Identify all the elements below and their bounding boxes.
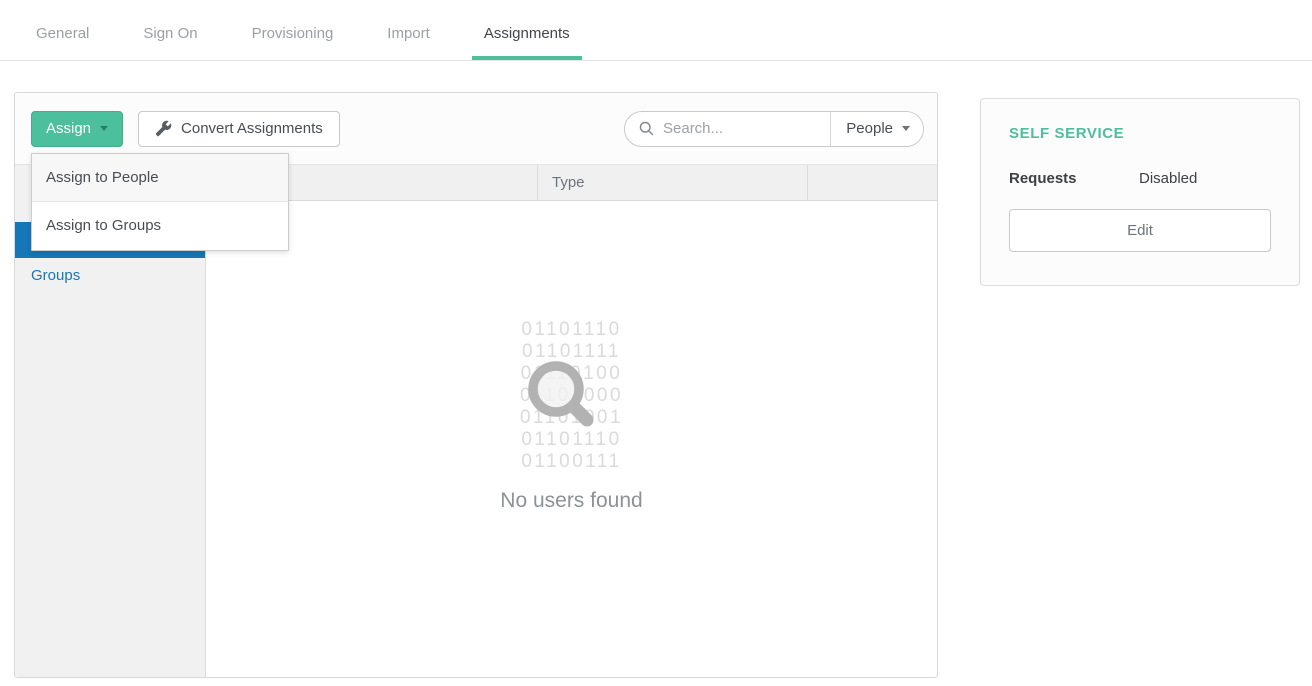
assign-button-label: Assign: [46, 120, 91, 137]
convert-assignments-label: Convert Assignments: [181, 120, 323, 137]
table-header-row: Type: [206, 165, 937, 201]
assign-dropdown-menu: Assign to People Assign to Groups: [31, 153, 289, 251]
search-icon: [638, 120, 655, 137]
assignments-table: Type 01101110 01101111 01110100 01101000…: [206, 165, 937, 677]
tab-general[interactable]: General: [24, 3, 101, 60]
empty-state: 01101110 01101111 01110100 01101000 0110…: [206, 201, 937, 513]
assign-button[interactable]: Assign: [31, 111, 123, 147]
search-box: People: [624, 111, 924, 147]
empty-state-message: No users found: [206, 489, 937, 513]
column-header-actions: [807, 165, 937, 200]
binary-art: 01101110 01101111 01110100 01101000 0110…: [520, 319, 623, 473]
assignments-panel: Assign Convert Assignments: [14, 92, 938, 678]
menu-item-assign-to-people[interactable]: Assign to People: [32, 154, 288, 202]
app-tab-bar: General Sign On Provisioning Import Assi…: [0, 0, 1312, 61]
sidebar-item-groups[interactable]: Groups: [15, 258, 205, 294]
binary-line: 01100111: [520, 451, 623, 473]
assignments-page: General Sign On Provisioning Import Assi…: [0, 0, 1312, 686]
convert-assignments-button[interactable]: Convert Assignments: [138, 111, 340, 147]
tab-import[interactable]: Import: [375, 3, 442, 60]
tab-provisioning[interactable]: Provisioning: [240, 3, 346, 60]
search-scope-dropdown[interactable]: People: [831, 112, 923, 146]
requests-row: Requests Disabled: [1009, 170, 1271, 187]
requests-value: Disabled: [1139, 170, 1197, 187]
chevron-down-icon: [902, 126, 910, 131]
tab-sign-on[interactable]: Sign On: [131, 3, 209, 60]
search-scope-label: People: [846, 120, 893, 137]
self-service-panel: SELF SERVICE Requests Disabled Edit: [980, 98, 1300, 286]
binary-line: 01101110: [520, 319, 623, 341]
search-input[interactable]: [663, 120, 830, 137]
column-header-type: Type: [537, 165, 807, 200]
self-service-title: SELF SERVICE: [1009, 125, 1271, 142]
edit-button[interactable]: Edit: [1009, 209, 1271, 252]
magnifier-icon: [522, 355, 604, 437]
wrench-icon: [155, 120, 172, 137]
menu-item-assign-to-groups[interactable]: Assign to Groups: [32, 202, 288, 250]
requests-label: Requests: [1009, 170, 1139, 187]
tab-assignments[interactable]: Assignments: [472, 3, 582, 60]
chevron-down-icon: [100, 126, 108, 131]
